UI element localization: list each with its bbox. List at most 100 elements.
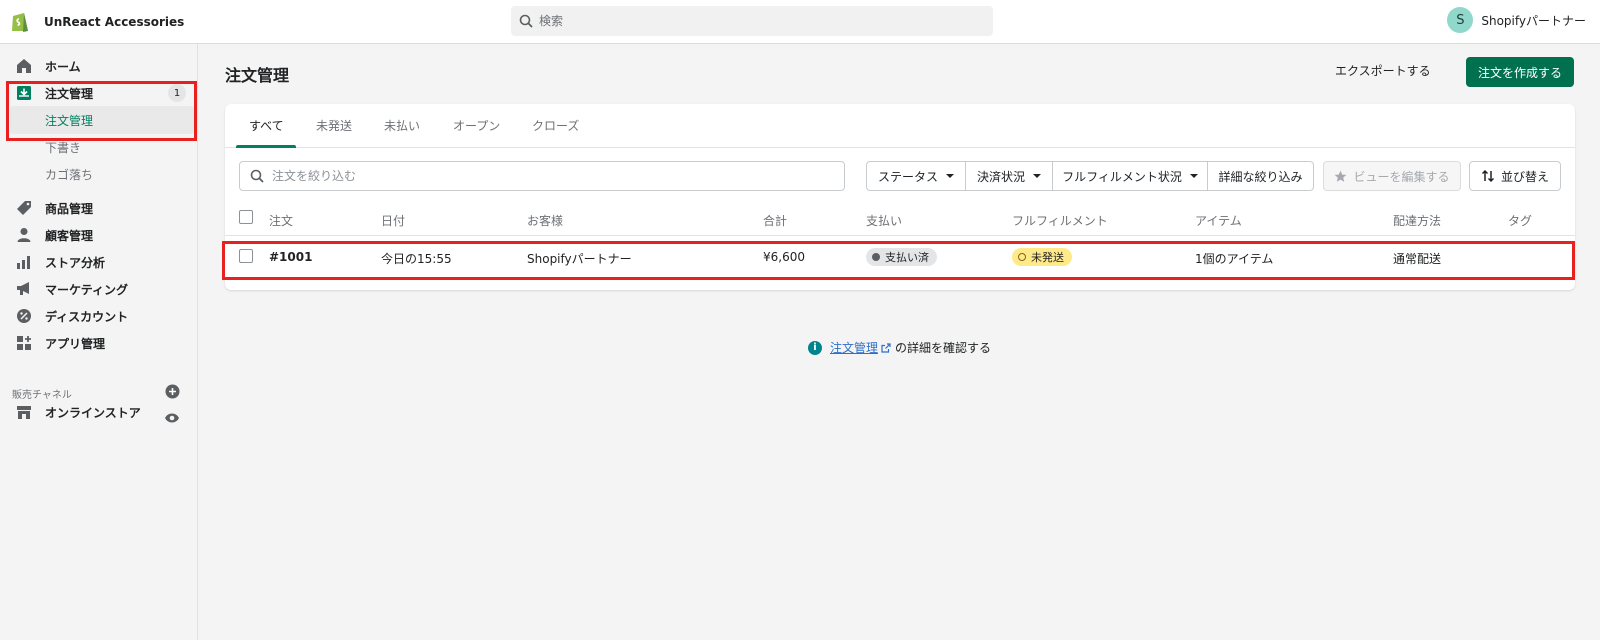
add-circle-icon[interactable] xyxy=(165,384,180,399)
sidebar-item-label: ディスカウント xyxy=(45,309,129,324)
column-header-items[interactable]: アイテム xyxy=(1195,212,1242,229)
sidebar-item-orders[interactable]: 注文管理 1 xyxy=(0,80,198,106)
fulfillment-status-filter-label: フルフィルメント状況 xyxy=(1062,169,1182,184)
avatar: S xyxy=(1447,7,1474,33)
sidebar-item-analytics[interactable]: ストア分析 xyxy=(0,249,198,275)
row-checkbox[interactable] xyxy=(239,249,253,263)
chevron-down-icon xyxy=(1189,174,1198,178)
order-delivery: 通常配送 xyxy=(1393,252,1442,266)
chevron-down-icon xyxy=(946,174,954,178)
unfulfilled-ring-icon xyxy=(1018,253,1026,261)
products-icon xyxy=(16,200,32,216)
select-all-checkbox[interactable] xyxy=(239,210,253,224)
sidebar-item-label: アプリ管理 xyxy=(45,336,106,351)
tab-unpaid[interactable]: 未払い xyxy=(384,104,420,148)
paid-dot-icon xyxy=(872,253,880,261)
payment-status-badge: 支払い済 xyxy=(866,248,937,266)
star-icon xyxy=(1335,170,1347,182)
sidebar-subitem-drafts[interactable]: 下書き xyxy=(10,133,194,161)
column-header-tags[interactable]: タグ xyxy=(1508,212,1532,229)
sidebar-item-customers[interactable]: 顧客管理 xyxy=(0,222,198,248)
sidebar-item-products[interactable]: 商品管理 xyxy=(0,195,198,221)
sidebar-item-discounts[interactable]: ディスカウント xyxy=(0,303,198,329)
global-search[interactable] xyxy=(511,6,993,36)
sort-arrows-icon xyxy=(1481,169,1495,183)
tab-unfulfilled[interactable]: 未発送 xyxy=(316,104,352,148)
sidebar-subitem-orders[interactable]: 注文管理 xyxy=(10,106,194,134)
sidebar-item-label: 顧客管理 xyxy=(45,228,94,243)
order-customer: Shopifyパートナー xyxy=(527,252,632,266)
column-header-customer[interactable]: お客様 xyxy=(527,212,563,229)
eye-icon[interactable] xyxy=(164,412,180,424)
create-order-button[interactable]: 注文を作成する xyxy=(1466,57,1574,87)
search-icon xyxy=(250,169,264,183)
order-total: ¥6,600 xyxy=(763,250,805,264)
learn-more-suffix: の詳細を確認する xyxy=(895,341,992,355)
sidebar-item-apps[interactable]: アプリ管理 xyxy=(0,330,198,356)
payment-status-filter-label: 決済状況 xyxy=(976,169,1025,184)
column-header-date[interactable]: 日付 xyxy=(381,212,405,229)
tab-open[interactable]: オープン xyxy=(453,104,500,148)
more-filters-button[interactable]: 詳細な絞り込み xyxy=(1207,161,1314,191)
marketing-icon xyxy=(16,281,32,297)
table-divider xyxy=(225,235,1575,236)
order-items: 1個のアイテム xyxy=(1195,252,1274,266)
fulfillment-status-filter-button[interactable]: フルフィルメント状況 xyxy=(1052,161,1208,191)
sidebar-item-home[interactable]: ホーム xyxy=(0,53,198,79)
column-header-fulfillment[interactable]: フルフィルメント xyxy=(1012,212,1108,229)
fulfillment-status-badge: 未発送 xyxy=(1012,248,1072,266)
status-filter-label: ステータス xyxy=(877,169,938,184)
orders-card: すべて 未発送 未払い オープン クローズ ステータス 決済状況 フルフィルメン… xyxy=(225,104,1575,290)
info-icon: i xyxy=(808,340,822,355)
tab-closed[interactable]: クローズ xyxy=(532,104,579,148)
page-title: 注文管理 xyxy=(225,66,290,85)
tab-all[interactable]: すべて xyxy=(249,104,284,148)
customers-icon xyxy=(16,227,32,243)
sidebar-item-label: ホーム xyxy=(45,59,81,74)
sidebar-item-label: 注文管理 xyxy=(45,86,94,101)
column-header-payment[interactable]: 支払い xyxy=(866,212,902,229)
column-header-order[interactable]: 注文 xyxy=(269,212,293,229)
order-number[interactable]: #1001 xyxy=(269,250,312,264)
external-link-icon xyxy=(881,342,891,353)
learn-more-line: i 注文管理 の詳細を確認する xyxy=(808,339,991,356)
sidebar: ホーム 注文管理 1 注文管理 下書き カゴ落ち 商品管理 顧客管理 ストア分析… xyxy=(0,44,198,640)
filter-orders-input[interactable] xyxy=(272,169,832,183)
fulfillment-status-text: 未発送 xyxy=(1031,251,1064,264)
sort-button[interactable]: 並び替え xyxy=(1469,161,1561,191)
column-header-total[interactable]: 合計 xyxy=(763,212,787,229)
store-icon xyxy=(16,404,32,420)
filter-search[interactable] xyxy=(239,161,845,191)
home-icon xyxy=(16,58,32,74)
sidebar-item-marketing[interactable]: マーケティング xyxy=(0,276,198,302)
payment-status-filter-button[interactable]: 決済状況 xyxy=(965,161,1053,191)
sidebar-item-label: 商品管理 xyxy=(45,201,94,216)
brand[interactable]: UnReact Accessories xyxy=(0,11,300,33)
store-name: UnReact Accessories xyxy=(44,14,185,29)
sort-label: 並び替え xyxy=(1500,169,1549,184)
orders-icon xyxy=(16,85,32,101)
order-tabs: すべて 未発送 未払い オープン クローズ xyxy=(225,104,1575,148)
sidebar-item-label: オンラインストア xyxy=(45,405,141,420)
payment-status-text: 支払い済 xyxy=(885,251,929,264)
order-date: 今日の15:55 xyxy=(381,252,452,266)
status-filter-button[interactable]: ステータス xyxy=(866,161,966,191)
user-menu[interactable]: S Shopifyパートナー xyxy=(1447,7,1586,33)
user-name: Shopifyパートナー xyxy=(1481,13,1586,28)
active-tab-indicator xyxy=(236,145,296,148)
edit-view-button[interactable]: ビューを編集する xyxy=(1323,161,1461,191)
apps-icon xyxy=(16,335,32,351)
column-header-delivery[interactable]: 配達方法 xyxy=(1393,212,1441,229)
chevron-down-icon xyxy=(1033,174,1041,178)
sidebar-item-label: マーケティング xyxy=(45,282,129,297)
sidebar-subitem-abandoned-checkouts[interactable]: カゴ落ち xyxy=(10,160,194,188)
sidebar-item-label: ストア分析 xyxy=(45,255,106,270)
orders-help-link[interactable]: 注文管理 xyxy=(830,339,878,356)
top-bar: UnReact Accessories S Shopifyパートナー xyxy=(0,0,1600,44)
export-button[interactable]: エクスポートする xyxy=(1335,62,1431,79)
global-search-input[interactable] xyxy=(539,14,979,28)
discount-icon xyxy=(16,308,32,324)
edit-view-label: ビューを編集する xyxy=(1353,169,1450,184)
shopify-logo-icon xyxy=(12,12,28,32)
search-icon xyxy=(519,14,533,28)
